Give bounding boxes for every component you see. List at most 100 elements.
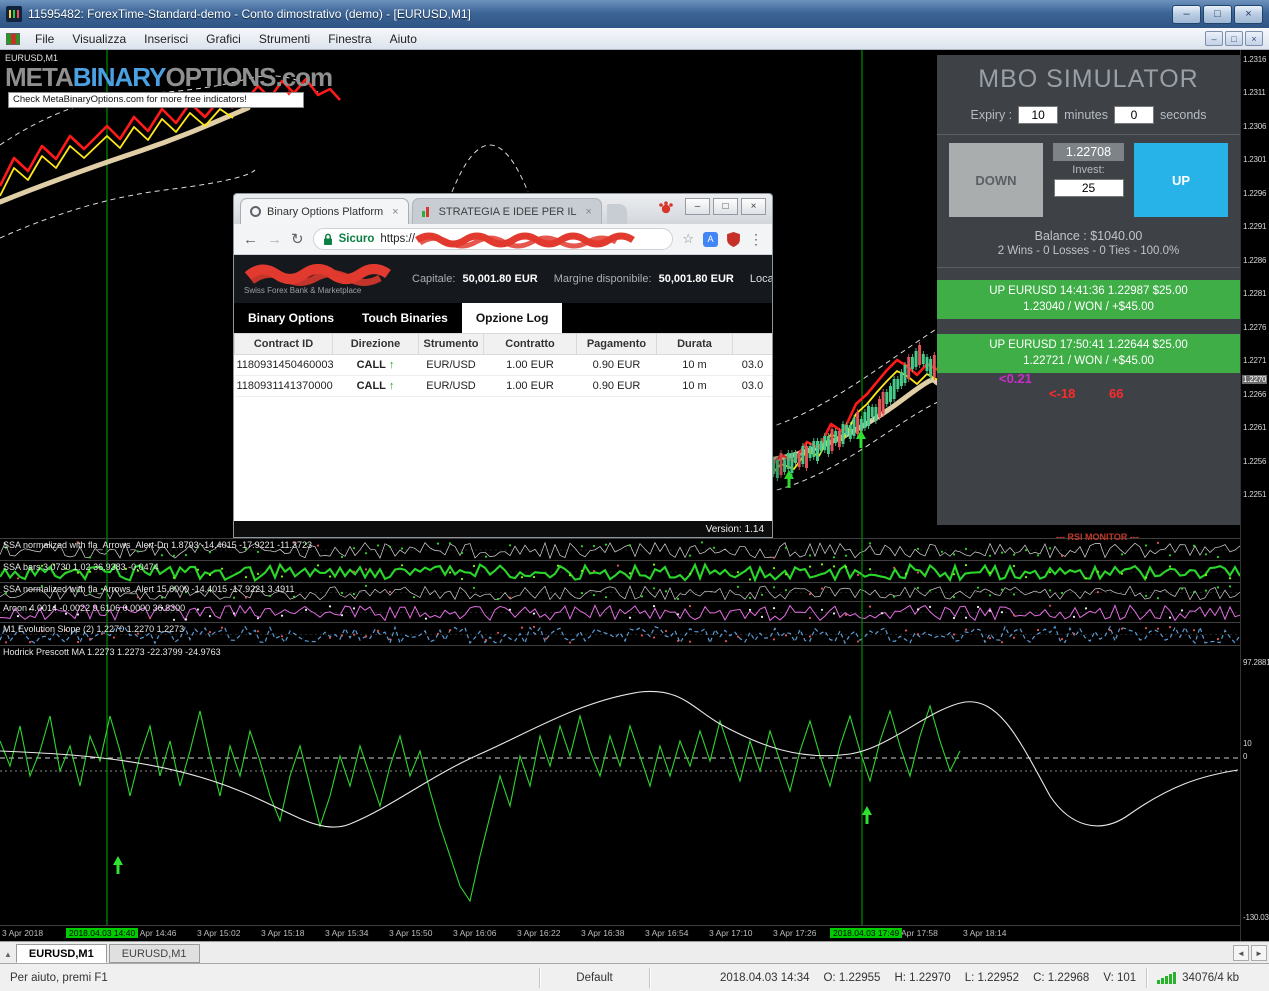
- oscillator-canvas: [0, 646, 1240, 925]
- call-up-icon: ↑: [388, 359, 395, 371]
- expiry-seconds-input[interactable]: [1113, 106, 1154, 124]
- tab-scroll-left-icon[interactable]: ◄: [1233, 945, 1249, 961]
- col-contratto: Contratto: [483, 333, 577, 355]
- browser-tab-active[interactable]: Binary Options Platform ×: [240, 198, 409, 224]
- invest-input[interactable]: [1053, 179, 1124, 197]
- indicator-window[interactable]: SSA bars 3.0730 1.02 36.9383 -0.0474: [0, 560, 1240, 582]
- nav-opzione-log[interactable]: Opzione Log: [461, 303, 563, 333]
- padlock-icon: [323, 233, 332, 245]
- expiry-label: Expiry :: [970, 108, 1013, 122]
- contracts-table: Contract ID Direzione Strumento Contratt…: [234, 333, 772, 397]
- indicator-label: SSA bars 3.0730 1.02 36.9383 -0.0474: [3, 562, 159, 572]
- status-traffic: 34076/4 kb: [1182, 971, 1240, 984]
- trade-result-line1: UP EURUSD 17:50:41 1.22644 $25.00: [989, 339, 1188, 352]
- menu-visualizza[interactable]: Visualizza: [63, 30, 135, 48]
- indicator-window[interactable]: SSA normalized with fla_Arrows_Alert-Dn …: [0, 538, 1240, 560]
- status-bar: Per aiuto, premi F1 Default 2018.04.03 1…: [0, 963, 1269, 991]
- bookmark-star-icon[interactable]: ☆: [682, 231, 694, 247]
- price-scale[interactable]: 1.2316 1.2311 1.2306 1.2301 1.2296 1.2291 1.22…: [1240, 50, 1269, 941]
- mdi-restore-button[interactable]: □: [1225, 31, 1243, 46]
- col-durata: Durata: [656, 333, 733, 355]
- col-extra: [732, 333, 772, 355]
- indicator-label: SSA normalized with fla_Arrows_Alert-Dn …: [3, 540, 313, 550]
- browser-minimize-button[interactable]: –: [685, 198, 710, 215]
- capital-metric: Capitale: 50,001.80 EUR: [412, 273, 538, 285]
- balance-text: Balance : $1040.00: [1034, 229, 1143, 243]
- nav-touch-binaries[interactable]: Touch Binaries: [348, 303, 462, 333]
- back-icon[interactable]: ←: [243, 232, 258, 247]
- browser-tab-inactive[interactable]: STRATEGIA E IDEE PER IL ×: [411, 198, 602, 224]
- expiry-minutes-input[interactable]: [1018, 106, 1059, 124]
- time-axis-label: 2018.04.03 17:49: [830, 928, 903, 938]
- mdi-close-button[interactable]: ×: [1245, 31, 1263, 46]
- menu-aiuto[interactable]: Aiuto: [381, 30, 426, 48]
- current-quote: 1.22708: [1053, 143, 1124, 161]
- up-button[interactable]: UP: [1134, 143, 1228, 217]
- time-axis-label: 3 Apr 17:10: [709, 928, 753, 938]
- price-scale-label: 1.2256: [1243, 457, 1267, 466]
- address-bar[interactable]: Sicuro https://: [312, 228, 674, 250]
- maximize-button[interactable]: □: [1203, 4, 1232, 24]
- refresh-icon[interactable]: ↻: [291, 232, 304, 247]
- main-chart[interactable]: EURUSD,M1 METABINARYOPTIONS.com Check Me…: [0, 50, 1240, 538]
- table-row: 1180931450460003 CALL ↑ EUR/USD 1.00 EUR …: [234, 354, 772, 376]
- minimize-button[interactable]: –: [1172, 4, 1201, 24]
- chart-tab-inactive[interactable]: EURUSD,M1: [108, 944, 200, 963]
- time-axis-label: 3 Apr 16:54: [645, 928, 689, 938]
- seconds-label: seconds: [1159, 108, 1207, 122]
- watermark-binary: BINARY: [72, 62, 167, 92]
- shield-adblock-icon[interactable]: [727, 231, 740, 247]
- tab-list-icon[interactable]: ▲: [4, 950, 12, 959]
- watermark-meta: META: [5, 62, 74, 92]
- ma-yellow-left: [0, 108, 234, 197]
- indicator-window[interactable]: SSA normalized with fla_Arrows_Alert 15.…: [0, 582, 1240, 601]
- close-button[interactable]: ×: [1234, 4, 1263, 24]
- menu-inserisci[interactable]: Inserisci: [135, 30, 197, 48]
- margin-value: 50,001.80 EUR: [658, 273, 734, 285]
- tab-close-icon[interactable]: ×: [392, 206, 398, 218]
- nav-binary-options[interactable]: Binary Options: [234, 303, 348, 333]
- trade-result-banner: UP EURUSD 17:50:41 1.22644 $25.00 1.2272…: [937, 334, 1240, 374]
- new-tab-button[interactable]: [606, 204, 627, 224]
- tab-title: STRATEGIA E IDEE PER IL: [438, 205, 577, 218]
- browser-maximize-button[interactable]: □: [713, 198, 738, 215]
- mdi-window-controls: – □ ×: [1205, 31, 1265, 46]
- trade-controls: DOWN 1.22708 Invest: UP: [949, 143, 1228, 217]
- translate-icon[interactable]: A: [703, 231, 718, 247]
- time-axis-label: 3 Apr 17:26: [773, 928, 817, 938]
- chart-tab-active[interactable]: EURUSD,M1: [15, 944, 107, 963]
- browser-close-button[interactable]: ×: [741, 198, 766, 215]
- menu-finestra[interactable]: Finestra: [319, 30, 380, 48]
- time-axis-label: Apr 17:58: [901, 928, 938, 938]
- cell-pagamento: 0.90 EUR: [576, 375, 657, 397]
- forward-icon[interactable]: →: [267, 232, 282, 247]
- oscillator-window[interactable]: Hodrick Prescott MA 1.2273 1.2273 -22.37…: [0, 645, 1240, 925]
- indicator-window[interactable]: M1 Evolution Slope (2) 1.2270 1.2270 1.2…: [0, 622, 1240, 645]
- cell-strumento: EUR/USD: [418, 354, 484, 376]
- tab-favicon: [421, 206, 433, 217]
- browser-window-controls: – □ ×: [685, 198, 766, 215]
- menu-grafici[interactable]: Grafici: [197, 30, 250, 48]
- mbo-title: MBO SIMULATOR: [978, 65, 1199, 93]
- time-axis: 3 Apr 2018 2018.04.03 14:40 3 Apr 14:46 3 A…: [0, 925, 1240, 941]
- menu-strumenti[interactable]: Strumenti: [250, 30, 319, 48]
- tab-close-icon[interactable]: ×: [586, 206, 592, 218]
- indicator-scale-label: 10: [1243, 739, 1252, 748]
- cell-strumento: EUR/USD: [418, 375, 484, 397]
- time-axis-label: 3 Apr 15:34: [325, 928, 369, 938]
- down-button[interactable]: DOWN: [949, 143, 1043, 217]
- cell-contratto: 1.00 EUR: [483, 354, 577, 376]
- browser-window: Binary Options Platform × STRATEGIA E ID…: [233, 193, 773, 538]
- browser-menu-icon[interactable]: ⋮: [749, 231, 763, 248]
- mt4-window: 11595482: ForexTime-Standard-demo - Cont…: [0, 0, 1269, 991]
- indicator-window[interactable]: Aroon 4.0014 -0.0022 9.6106 0.0000 36.83…: [0, 601, 1240, 622]
- mdi-minimize-button[interactable]: –: [1205, 31, 1223, 46]
- menu-file[interactable]: File: [26, 30, 63, 48]
- price-scale-label: 1.2291: [1243, 222, 1267, 231]
- tab-scroll-right-icon[interactable]: ►: [1251, 945, 1267, 961]
- trade-middle: 1.22708 Invest:: [1053, 143, 1124, 217]
- trade-result-line2: 1.23040 / WON / +$45.00: [1023, 300, 1154, 313]
- secure-label: Sicuro: [338, 233, 375, 245]
- cell-pagamento: 0.90 EUR: [576, 354, 657, 376]
- browser-tab-strip: Binary Options Platform × STRATEGIA E ID…: [234, 194, 772, 224]
